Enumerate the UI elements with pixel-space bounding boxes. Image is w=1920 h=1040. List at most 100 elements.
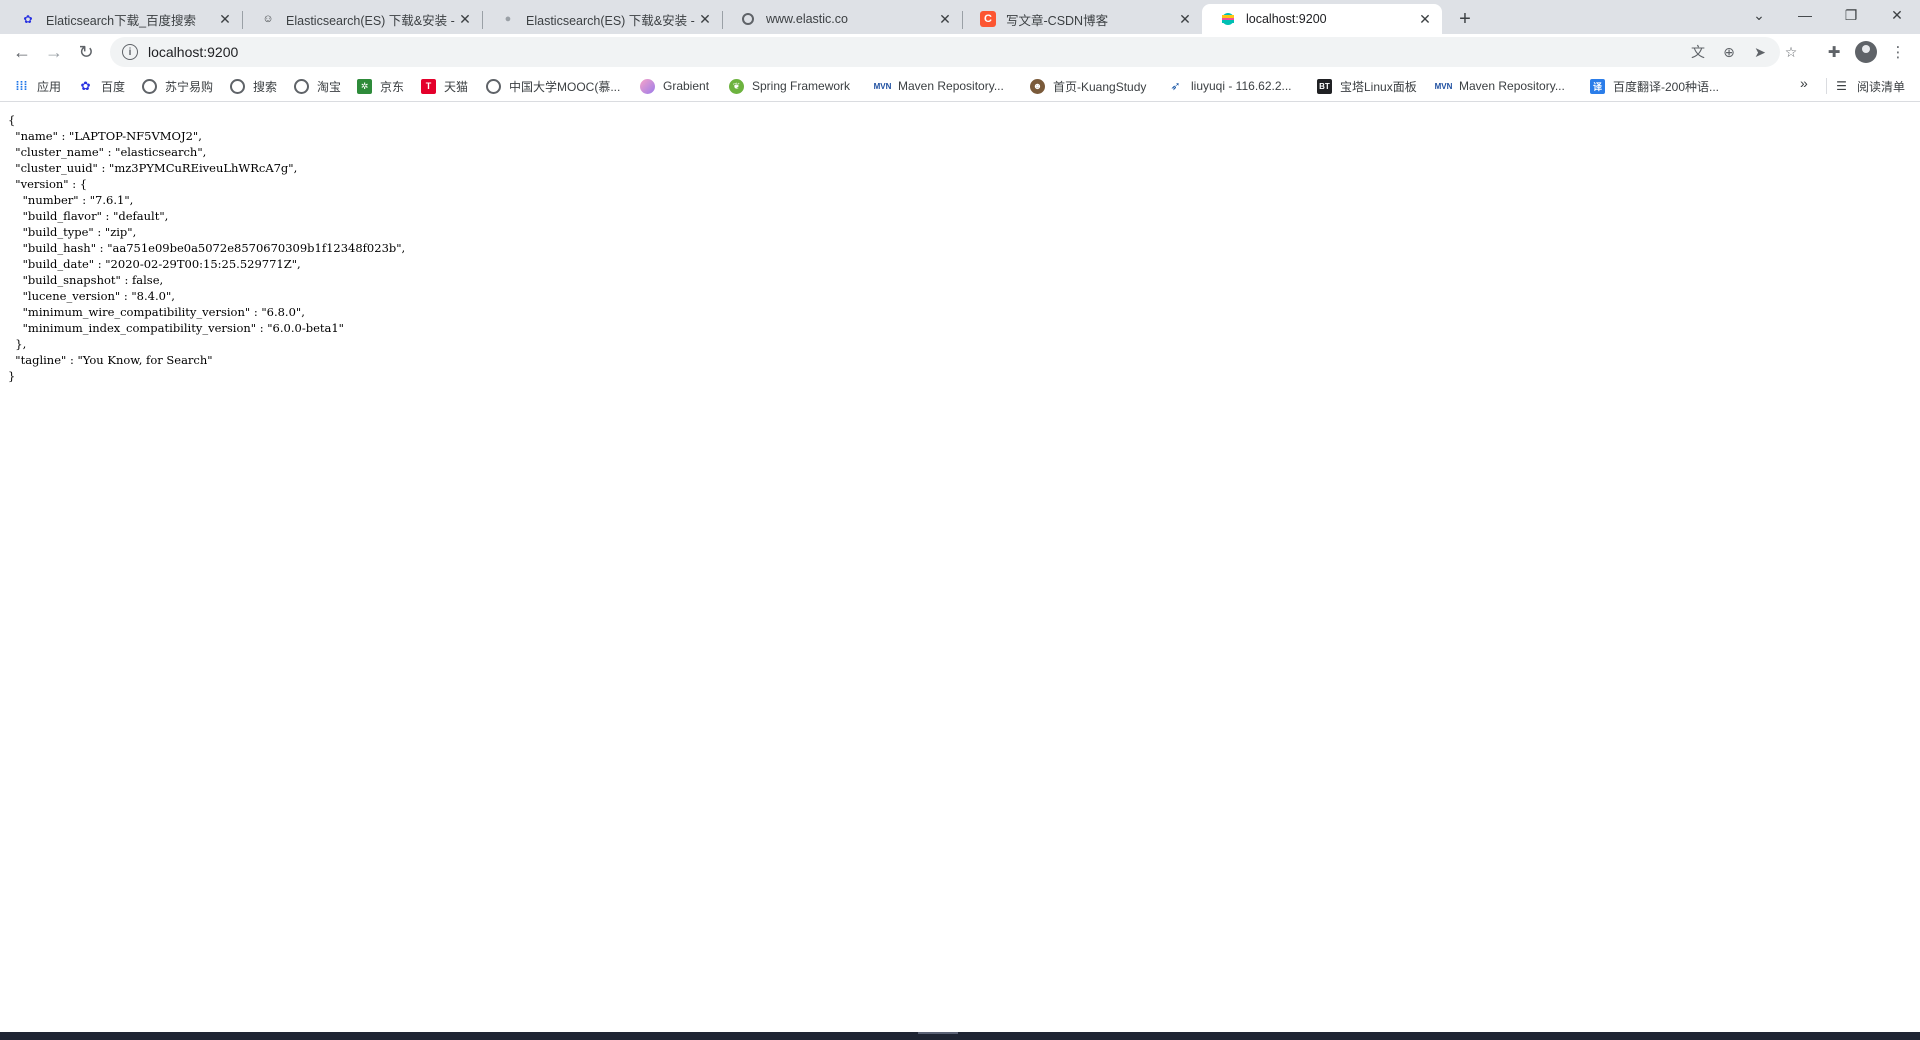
browser-toolbar: ← → ↻ i localhost:9200 文 ⊕ ➤ ☆ ✚ ⋮: [0, 34, 1920, 70]
tab-es-download-1[interactable]: ☺ Elasticsearch(ES) 下载&安装 - 3 ✕: [242, 4, 482, 34]
mvn-icon: MVN: [1434, 81, 1453, 91]
restore-button[interactable]: ❐: [1828, 0, 1874, 30]
tab-strip: ✿ Elaticsearch下载_百度搜索 ✕ ☺ Elasticsearch(…: [0, 0, 1920, 34]
csdn-c-icon: C: [980, 11, 996, 27]
tab-title: localhost:9200: [1246, 12, 1327, 26]
close-window-button[interactable]: ✕: [1874, 0, 1920, 30]
profile-avatar[interactable]: [1855, 41, 1877, 63]
gradient-circle-icon: [640, 78, 655, 94]
kuang-avatar-icon: ☻: [1030, 78, 1045, 94]
bookmark-baidu[interactable]: ✿ 百度: [78, 77, 125, 95]
reading-list-icon: ☰: [1836, 79, 1847, 93]
translate-icon[interactable]: 文: [1688, 42, 1708, 62]
bookmarks-bar: ⁞⁞⁞ 应用 ✿ 百度 苏宁易购 搜索 淘宝 ✲ 京东 T 天猫 中国大学MOO…: [0, 70, 1920, 102]
github-cat-icon: ☺: [262, 13, 274, 25]
bookmark-grabient[interactable]: Grabient: [640, 77, 709, 95]
close-icon[interactable]: ✕: [1176, 10, 1194, 28]
bookmark-ssh[interactable]: ➶ liuyuqi - 116.62.2...: [1168, 77, 1292, 95]
reading-list-label: 阅读清单: [1857, 79, 1906, 94]
bookmark-label: 中国大学MOOC(慕...: [509, 79, 621, 94]
baidu-paw-icon: ✿: [80, 79, 91, 93]
jd-icon: ✲: [357, 78, 372, 94]
taskbar: [0, 1032, 1920, 1040]
bookmark-label: 天猫: [444, 79, 469, 94]
tab-es-download-2[interactable]: ● Elasticsearch(ES) 下载&安装 - 3 ✕: [482, 4, 722, 34]
bookmark-bt-panel[interactable]: BT 宝塔Linux面板: [1317, 77, 1417, 95]
chevron-double-right-icon[interactable]: »: [1800, 75, 1808, 91]
bookmark-apps[interactable]: ⁞⁞⁞ 应用: [14, 77, 62, 95]
tab-title: www.elastic.co: [766, 12, 848, 26]
bookmark-label: 首页-KuangStudy: [1053, 79, 1147, 94]
bookmark-maven-2[interactable]: MVN Maven Repository...: [1434, 77, 1565, 95]
bookmark-star-icon[interactable]: ☆: [1781, 42, 1801, 62]
minimize-button[interactable]: —: [1782, 0, 1828, 30]
back-button[interactable]: ←: [8, 38, 36, 66]
send-icon[interactable]: ➤: [1750, 42, 1770, 62]
page-content: { "name" : "LAPTOP-NF5VMOJ2", "cluster_n…: [8, 112, 1908, 1022]
bookmark-label: 应用: [37, 79, 62, 94]
bookmark-search[interactable]: 搜索: [230, 77, 277, 95]
bookmark-taobao[interactable]: 淘宝: [294, 77, 341, 95]
bookmark-kuangstudy[interactable]: ☻ 首页-KuangStudy: [1030, 77, 1146, 95]
tab-title: 写文章-CSDN博客: [1006, 13, 1109, 28]
bookmark-label: liuyuqi - 116.62.2...: [1191, 79, 1292, 93]
mvn-icon: MVN: [873, 81, 892, 91]
bt-icon: BT: [1317, 78, 1332, 94]
tab-csdn[interactable]: C 写文章-CSDN博客 ✕: [962, 4, 1202, 34]
reload-button[interactable]: ↻: [72, 38, 100, 66]
bookmark-spring[interactable]: ❦ Spring Framework: [729, 77, 850, 95]
globe-icon: [294, 78, 309, 94]
taskbar-active-indicator: [918, 1032, 958, 1034]
extensions-puzzle-icon[interactable]: ✚: [1822, 40, 1846, 64]
elastic-icon: [1220, 11, 1236, 27]
bookmark-label: Spring Framework: [752, 79, 851, 93]
bookmark-mooc[interactable]: 中国大学MOOC(慕...: [486, 77, 620, 95]
json-response-text: { "name" : "LAPTOP-NF5VMOJ2", "cluster_n…: [8, 113, 406, 383]
tab-baidu-search[interactable]: ✿ Elaticsearch下载_百度搜索 ✕: [2, 4, 242, 34]
baidu-paw-icon: ✿: [23, 13, 33, 26]
url-text[interactable]: localhost:9200: [148, 44, 238, 60]
tmall-icon: T: [421, 78, 436, 94]
bookmark-divider: [1826, 78, 1827, 94]
ssh-icon: ➶: [1170, 79, 1181, 93]
address-bar[interactable]: i localhost:9200: [110, 37, 1780, 67]
globe-icon: [740, 11, 756, 27]
info-icon[interactable]: i: [122, 44, 138, 60]
bookmark-maven-1[interactable]: MVN Maven Repository...: [873, 77, 1004, 95]
bookmark-suning[interactable]: 苏宁易购: [142, 77, 213, 95]
close-icon[interactable]: ✕: [216, 10, 234, 28]
new-tab-button[interactable]: +: [1452, 6, 1478, 32]
tab-title: Elasticsearch(ES) 下载&安装 - 3: [526, 13, 696, 28]
bookmark-label: Grabient: [663, 79, 710, 93]
bookmark-baidu-translate[interactable]: 译 百度翻译-200种语...: [1590, 77, 1719, 95]
tab-title: Elasticsearch(ES) 下载&安装 - 3: [286, 13, 456, 28]
close-icon[interactable]: ✕: [696, 10, 714, 28]
menu-kebab-icon[interactable]: ⋮: [1886, 40, 1910, 64]
bookmark-tmall[interactable]: T 天猫: [421, 77, 468, 95]
zoom-icon[interactable]: ⊕: [1719, 42, 1739, 62]
tab-title: Elaticsearch下载_百度搜索: [46, 13, 197, 28]
bookmark-label: Maven Repository...: [898, 79, 1004, 93]
avatar-icon: ●: [504, 13, 512, 25]
globe-icon: [142, 78, 157, 94]
tab-localhost[interactable]: localhost:9200 ✕: [1202, 4, 1442, 34]
bookmark-label: 淘宝: [317, 79, 342, 94]
close-icon[interactable]: ✕: [1416, 10, 1434, 28]
baidu-translate-icon: 译: [1590, 78, 1605, 94]
globe-icon: [486, 78, 501, 94]
bookmark-label: Maven Repository...: [1459, 79, 1565, 93]
bookmark-label: 百度: [101, 79, 126, 94]
close-icon[interactable]: ✕: [936, 10, 954, 28]
bookmark-label: 宝塔Linux面板: [1340, 79, 1417, 94]
spring-leaf-icon: ❦: [729, 78, 744, 94]
close-icon[interactable]: ✕: [456, 10, 474, 28]
tab-elastic-co[interactable]: www.elastic.co ✕: [722, 4, 962, 34]
tab-search-button[interactable]: ⌄: [1736, 0, 1782, 30]
bookmark-jd[interactable]: ✲ 京东: [357, 77, 404, 95]
bookmark-label: 京东: [380, 79, 405, 94]
forward-button[interactable]: →: [40, 38, 68, 66]
reading-list-button[interactable]: ☰ 阅读清单: [1834, 77, 1905, 95]
globe-icon: [230, 78, 245, 94]
bookmark-label: 百度翻译-200种语...: [1613, 79, 1720, 94]
bookmark-label: 苏宁易购: [165, 79, 214, 94]
